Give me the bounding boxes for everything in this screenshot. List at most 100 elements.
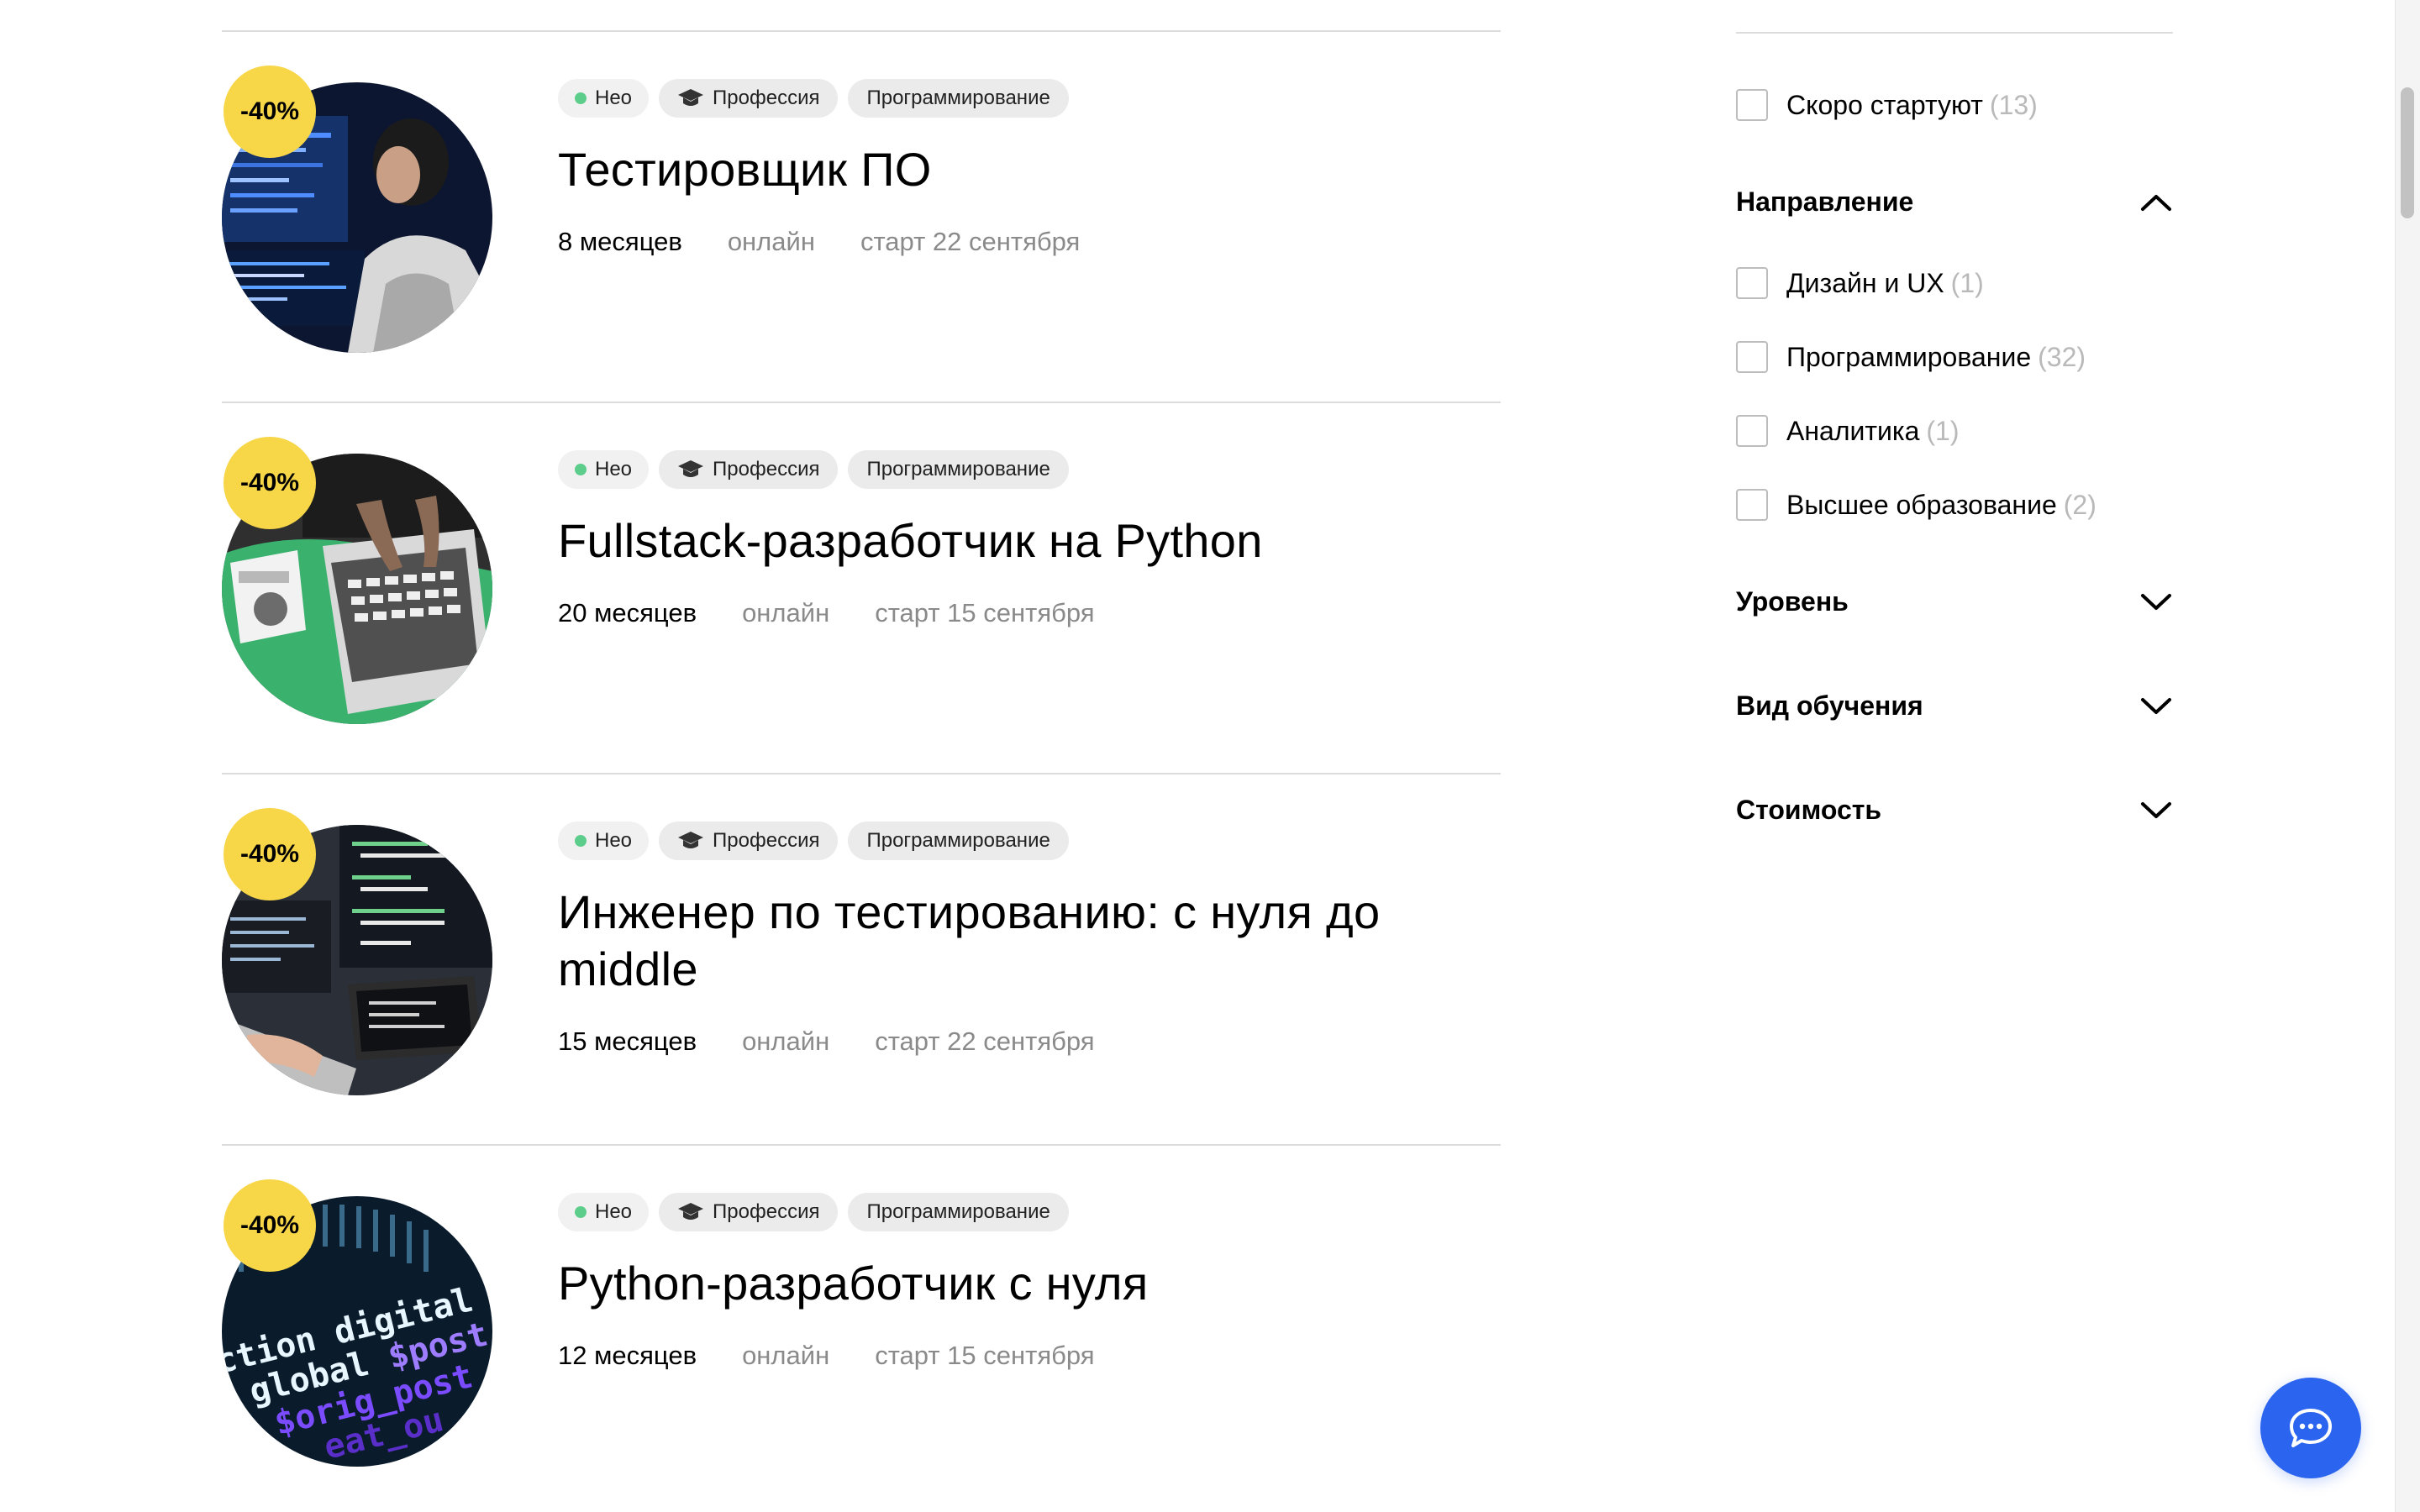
tag-label: Программирование xyxy=(866,458,1050,480)
discount-badge: -40% xyxy=(224,66,316,158)
tag-list: Нео Профессия Программирование xyxy=(558,1193,1499,1231)
course-title[interactable]: Fullstack-разработчик на Python xyxy=(558,512,1499,570)
course-meta: 15 месяцев онлайн старт 22 сентября xyxy=(558,1026,1499,1057)
filter-section-title: Направление xyxy=(1736,186,1914,217)
tag-direction[interactable]: Программирование xyxy=(848,822,1069,860)
tag-label: Программирование xyxy=(866,829,1050,852)
filter-count: (1) xyxy=(1926,415,1960,446)
filter-label: Аналитика xyxy=(1786,415,1920,446)
tag-label: Профессия xyxy=(713,458,820,480)
course-title[interactable]: Python-разработчик с нуля xyxy=(558,1255,1499,1312)
course-start: старт 15 сентября xyxy=(875,1341,1095,1370)
tag-label: Профессия xyxy=(713,1200,820,1223)
course-card[interactable]: -40% ction digital global $post $orig_po… xyxy=(222,1146,1501,1512)
checkbox[interactable] xyxy=(1736,489,1768,521)
chat-button[interactable] xyxy=(2260,1378,2361,1478)
course-meta: 12 месяцев онлайн старт 15 сентября xyxy=(558,1341,1499,1371)
page: -40% Нео Профессия Программирование Тест… xyxy=(0,0,2420,1512)
course-duration: 20 месяцев xyxy=(558,598,697,627)
filter-count: (13) xyxy=(1989,89,2038,120)
course-start: старт 15 сентября xyxy=(875,598,1095,627)
tag-direction[interactable]: Программирование xyxy=(848,450,1069,489)
tag-label: Нео xyxy=(595,1200,633,1223)
chevron-up-icon[interactable] xyxy=(2139,192,2173,213)
tag-label: Профессия xyxy=(713,87,820,109)
course-start: старт 22 сентября xyxy=(860,227,1081,256)
filter-count: (2) xyxy=(2063,489,2096,520)
course-format: онлайн xyxy=(742,1341,830,1370)
tag-label: Программирование xyxy=(866,1200,1050,1223)
discount-badge: -40% xyxy=(224,1179,316,1272)
course-duration: 8 месяцев xyxy=(558,227,682,256)
course-title[interactable]: Тестировщик ПО xyxy=(558,141,1499,198)
filter-label: Скоро стартуют xyxy=(1786,89,1983,120)
course-start: старт 22 сентября xyxy=(875,1026,1095,1056)
tag-direction[interactable]: Программирование xyxy=(848,79,1069,118)
course-info: Нео Профессия Программирование Инженер п… xyxy=(558,822,1499,1057)
course-duration: 12 месяцев xyxy=(558,1341,697,1370)
tag-profession[interactable]: Профессия xyxy=(659,822,839,860)
filter-label: Дизайн и UX xyxy=(1786,267,1944,298)
tag-label: Нео xyxy=(595,458,633,480)
course-format: онлайн xyxy=(727,227,815,256)
tag-neo[interactable]: Нео xyxy=(558,450,650,489)
filter-section-price[interactable]: Стоимость xyxy=(1736,795,2173,826)
chevron-down-icon[interactable] xyxy=(2139,592,2173,612)
checkbox[interactable] xyxy=(1736,267,1768,299)
filter-count: (32) xyxy=(2038,341,2086,372)
tag-profession[interactable]: Профессия xyxy=(659,1193,839,1231)
scrollbar[interactable] xyxy=(2395,0,2420,1512)
filter-option-analytics[interactable]: Аналитика (1) xyxy=(1736,415,1960,447)
tag-direction[interactable]: Программирование xyxy=(848,1193,1069,1231)
course-meta: 20 месяцев онлайн старт 15 сентября xyxy=(558,598,1499,628)
status-dot-icon xyxy=(575,464,587,475)
graduation-cap-icon xyxy=(678,460,704,477)
course-title[interactable]: Инженер по тестированию: с нуля до middl… xyxy=(558,884,1499,998)
chat-bubble-icon xyxy=(2290,1409,2332,1447)
tag-list: Нео Профессия Программирование xyxy=(558,450,1499,489)
filter-option-programming[interactable]: Программирование (32) xyxy=(1736,341,2086,373)
tag-neo[interactable]: Нео xyxy=(558,822,650,860)
status-dot-icon xyxy=(575,92,587,104)
divider xyxy=(1736,32,2173,34)
course-info: Нео Профессия Программирование Fullstack… xyxy=(558,450,1499,628)
scrollbar-thumb[interactable] xyxy=(2401,87,2414,218)
filter-section-title: Уровень xyxy=(1736,586,1849,617)
status-dot-icon xyxy=(575,835,587,847)
graduation-cap-icon xyxy=(678,1203,704,1220)
tag-profession[interactable]: Профессия xyxy=(659,79,839,118)
filter-section-title: Вид обучения xyxy=(1736,690,1923,721)
tag-label: Нео xyxy=(595,829,633,852)
course-meta: 8 месяцев онлайн старт 22 сентября xyxy=(558,227,1499,257)
tag-profession[interactable]: Профессия xyxy=(659,450,839,489)
checkbox[interactable] xyxy=(1736,89,1768,121)
filter-option-design[interactable]: Дизайн и UX (1) xyxy=(1736,267,1984,299)
filter-option-higher-education[interactable]: Высшее образование (2) xyxy=(1736,489,2096,521)
tag-list: Нео Профессия Программирование xyxy=(558,822,1499,860)
tag-neo[interactable]: Нео xyxy=(558,1193,650,1231)
filter-section-title: Стоимость xyxy=(1736,795,1882,825)
filter-section-direction[interactable]: Направление xyxy=(1736,186,2173,218)
course-card[interactable]: -40% xyxy=(222,774,1501,1144)
filter-section-study-type[interactable]: Вид обучения xyxy=(1736,690,2173,722)
checkbox[interactable] xyxy=(1736,341,1768,373)
course-info: Нео Профессия Программирование Python-ра… xyxy=(558,1193,1499,1371)
status-dot-icon xyxy=(575,1206,587,1218)
chevron-down-icon[interactable] xyxy=(2139,801,2173,821)
filter-label: Высшее образование xyxy=(1786,489,2057,520)
graduation-cap-icon xyxy=(678,89,704,106)
chevron-down-icon[interactable] xyxy=(2139,696,2173,717)
graduation-cap-icon xyxy=(678,832,704,848)
filter-section-level[interactable]: Уровень xyxy=(1736,586,2173,617)
tag-list: Нео Профессия Программирование xyxy=(558,79,1499,118)
filter-soon[interactable]: Скоро стартуют (13) xyxy=(1736,89,2038,121)
course-format: онлайн xyxy=(742,1026,830,1056)
checkbox[interactable] xyxy=(1736,415,1768,447)
course-card[interactable]: -40% xyxy=(222,403,1501,773)
discount-badge: -40% xyxy=(224,437,316,529)
tag-neo[interactable]: Нео xyxy=(558,79,650,118)
course-duration: 15 месяцев xyxy=(558,1026,697,1056)
filter-label: Программирование xyxy=(1786,341,2032,372)
course-card[interactable]: -40% xyxy=(222,32,1501,402)
discount-badge: -40% xyxy=(224,808,316,900)
